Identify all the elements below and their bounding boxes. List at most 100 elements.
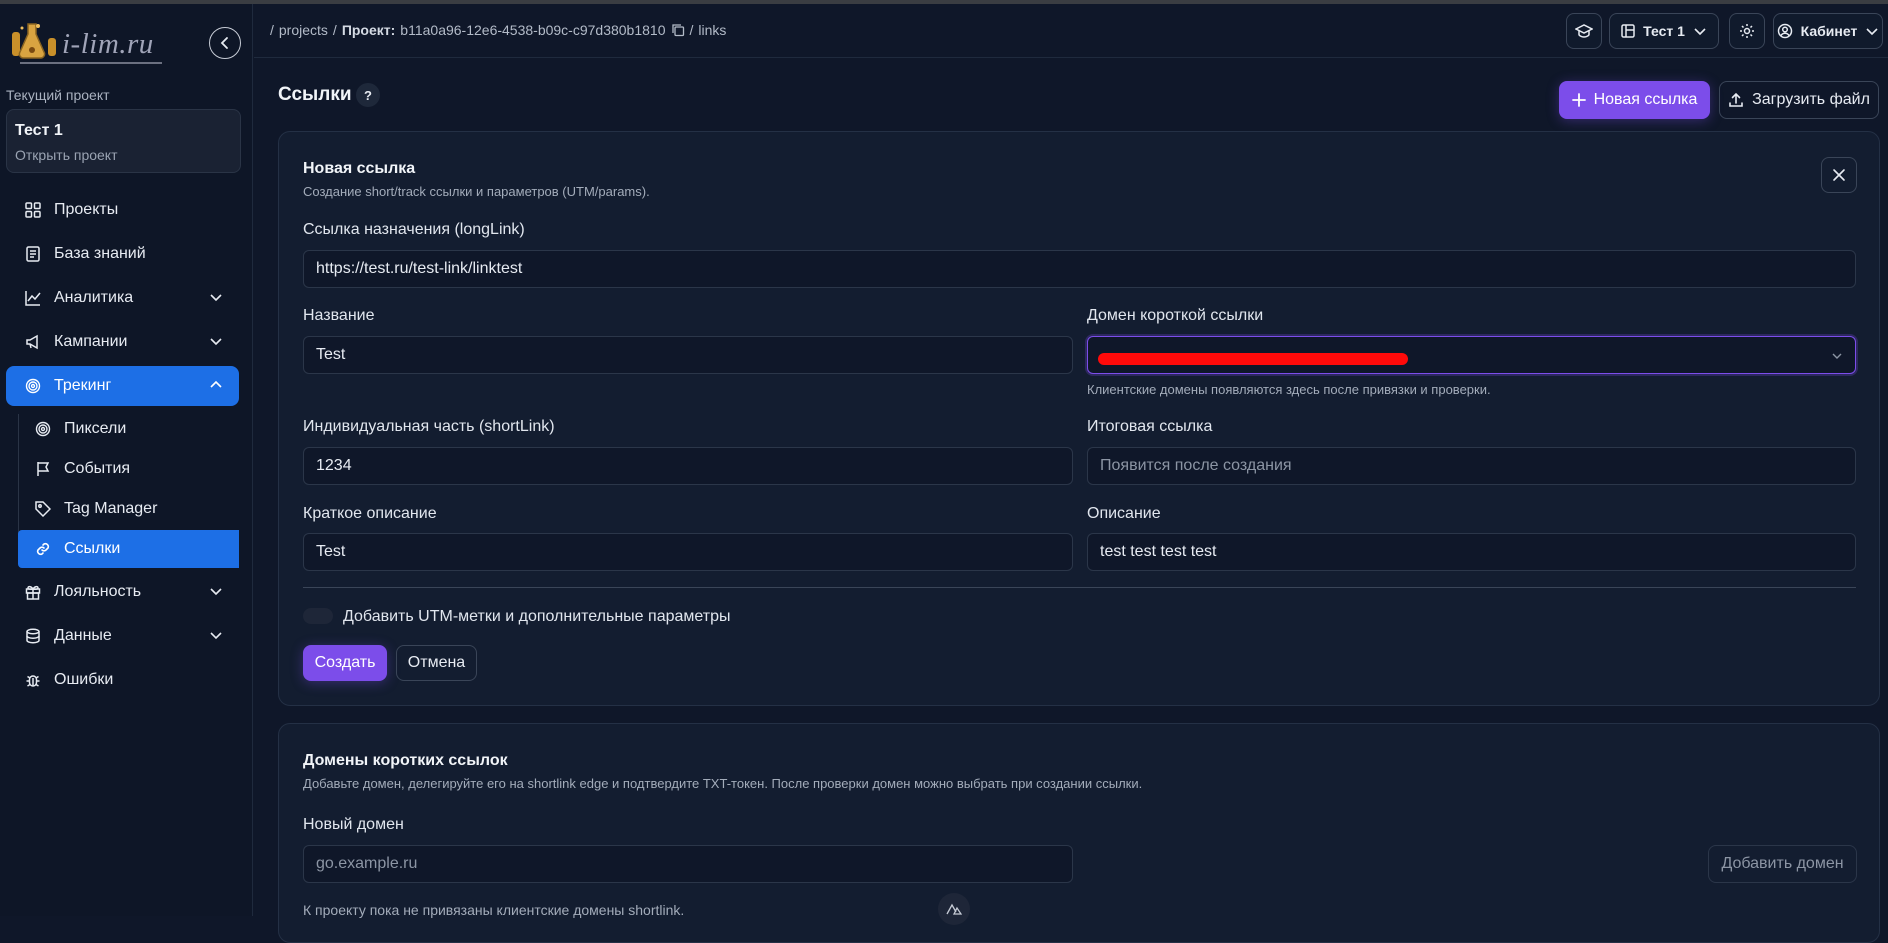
fingerprint-icon (24, 377, 42, 395)
sidebar-subitem-tag-manager[interactable]: Tag Manager (18, 490, 239, 528)
sidebar-item-projects[interactable]: Проекты (6, 190, 239, 230)
new-domain-label: Новый домен (303, 816, 404, 833)
sidebar-subitem-label: Tag Manager (64, 500, 158, 517)
project-selector[interactable]: Тест 1 (1609, 13, 1719, 49)
domains-subtitle: Добавьте домен, делегируйте его на short… (303, 776, 1143, 791)
collapse-sidebar-button[interactable] (209, 27, 241, 59)
sidebar-subitem-links[interactable]: Ссылки (18, 530, 239, 568)
sidebar-item-loyalty[interactable]: Лояльность (6, 572, 239, 612)
short-description-input[interactable]: Test (303, 533, 1073, 571)
form-divider (303, 587, 1856, 588)
utm-toggle-label[interactable]: Добавить UTM-метки и дополнительные пара… (343, 608, 730, 626)
sidebar-subitem-label: События (64, 460, 131, 477)
description-label: Описание (1087, 505, 1161, 522)
project-icon (1621, 24, 1635, 38)
new-domain-input[interactable]: go.example.ru (303, 845, 1073, 883)
help-button[interactable]: ? (356, 83, 380, 107)
sidebar-item-campaigns[interactable]: Кампании (6, 322, 239, 362)
logo[interactable]: i-lim.ru (8, 18, 168, 68)
cabinet-label: Кабинет (1800, 23, 1858, 39)
chevron-down-icon (1694, 28, 1706, 36)
flag-icon (34, 460, 52, 478)
close-icon (1833, 169, 1845, 181)
sidebar-item-label: Трекинг (54, 377, 112, 394)
domain-label: Домен короткой ссылки (1087, 307, 1264, 324)
current-project-label: Текущий проект (6, 87, 110, 103)
short-domains-card: Домены коротких ссылок Добавьте домен, д… (278, 723, 1880, 943)
domain-hint: Клиентские домены появляются здесь после… (1087, 382, 1491, 397)
sidebar-item-label: База знаний (54, 245, 146, 262)
new-link-form-card: Новая ссылка Создание short/track ссылки… (278, 131, 1880, 706)
current-project-card[interactable]: Тест 1 Открыть проект (6, 109, 241, 173)
graduation-cap-icon (1575, 24, 1593, 38)
top-header: / projects / Проект: b11a0a96-12e6-4538-… (254, 4, 1888, 58)
project-name: Тест 1 (15, 122, 63, 139)
logo-text: i-lim.ru (62, 28, 154, 60)
final-link-input[interactable]: Появится после создания (1087, 447, 1856, 485)
sidebar-item-knowledge-base[interactable]: База знаний (6, 234, 239, 274)
gift-icon (24, 583, 42, 601)
copy-icon[interactable] (671, 23, 685, 37)
logo-underline (20, 62, 162, 64)
chevron-left-icon (220, 37, 228, 49)
sidebar-item-analytics[interactable]: Аналитика (6, 278, 239, 318)
name-input[interactable]: Test (303, 336, 1073, 374)
new-link-button-label: Новая ссылка (1593, 91, 1698, 108)
chevron-down-icon (210, 294, 222, 302)
upload-file-button-label: Загрузить файл (1752, 91, 1870, 108)
sidebar-item-label: Ошибки (54, 671, 114, 688)
nuxt-icon (946, 903, 962, 915)
domains-title: Домены коротких ссылок (303, 752, 508, 769)
sidebar-item-label: Аналитика (54, 289, 134, 306)
create-button[interactable]: Создать (303, 645, 387, 681)
cancel-button[interactable]: Отмена (396, 645, 477, 681)
link-icon (34, 540, 52, 558)
settings-button[interactable] (1729, 13, 1765, 49)
chevron-down-icon (210, 588, 222, 596)
book-icon (24, 245, 42, 263)
sidebar-subitem-pixels[interactable]: Пиксели (18, 410, 239, 448)
breadcrumb-project-id[interactable]: b11a0a96-12e6-4538-b09c-c97d380b1810 (400, 22, 665, 38)
sidebar-subitem-label: Пиксели (64, 420, 127, 437)
sidebar-item-label: Данные (54, 627, 112, 644)
breadcrumb-separator: / (332, 22, 337, 38)
upload-icon (1729, 92, 1743, 107)
plus-icon (1571, 93, 1586, 107)
user-circle-icon (1777, 23, 1792, 39)
sidebar-item-data[interactable]: Данные (6, 616, 239, 656)
cabinet-menu-button[interactable]: Кабинет (1773, 13, 1883, 49)
new-link-button[interactable]: Новая ссылка (1559, 81, 1710, 119)
megaphone-icon (24, 333, 42, 351)
breadcrumb-projects[interactable]: projects (279, 22, 328, 38)
upload-file-button[interactable]: Загрузить файл (1719, 81, 1879, 119)
flask-logo-icon (12, 23, 56, 59)
add-domain-button[interactable]: Добавить домен (1708, 845, 1857, 883)
long-link-label: Ссылка назначения (longLink) (303, 221, 525, 238)
project-selector-label: Тест 1 (1643, 23, 1685, 39)
short-link-label: Индивидуальная часть (shortLink) (303, 418, 555, 435)
sidebar-item-label: Кампании (54, 333, 128, 350)
form-title: Новая ссылка (303, 160, 416, 177)
sidebar-subitem-events[interactable]: События (18, 450, 239, 488)
description-input[interactable]: test test test test (1087, 533, 1856, 571)
utm-toggle[interactable] (303, 608, 333, 624)
domain-select[interactable] (1087, 336, 1856, 374)
chevron-down-icon (210, 338, 222, 346)
long-link-input[interactable]: https://test.ru/test-link/linktest (303, 250, 1856, 288)
name-label: Название (303, 307, 375, 324)
short-description-label: Краткое описание (303, 505, 437, 522)
open-project-link[interactable]: Открыть проект (15, 147, 232, 163)
education-button[interactable] (1566, 13, 1602, 49)
sidebar-item-label: Лояльность (54, 583, 142, 600)
chevron-up-icon (210, 380, 222, 388)
breadcrumb-project-label: Проект: (341, 22, 396, 38)
sidebar-item-label: Проекты (54, 201, 119, 218)
sidebar-item-errors[interactable]: Ошибки (6, 660, 239, 700)
short-link-input[interactable]: 1234 (303, 447, 1073, 485)
tag-icon (34, 500, 52, 518)
close-form-button[interactable] (1821, 157, 1857, 193)
sidebar-item-tracking[interactable]: Трекинг (6, 366, 239, 406)
page-title: Ссылки (278, 84, 352, 105)
devtools-floating-button[interactable] (938, 893, 970, 925)
chart-icon (24, 289, 42, 307)
